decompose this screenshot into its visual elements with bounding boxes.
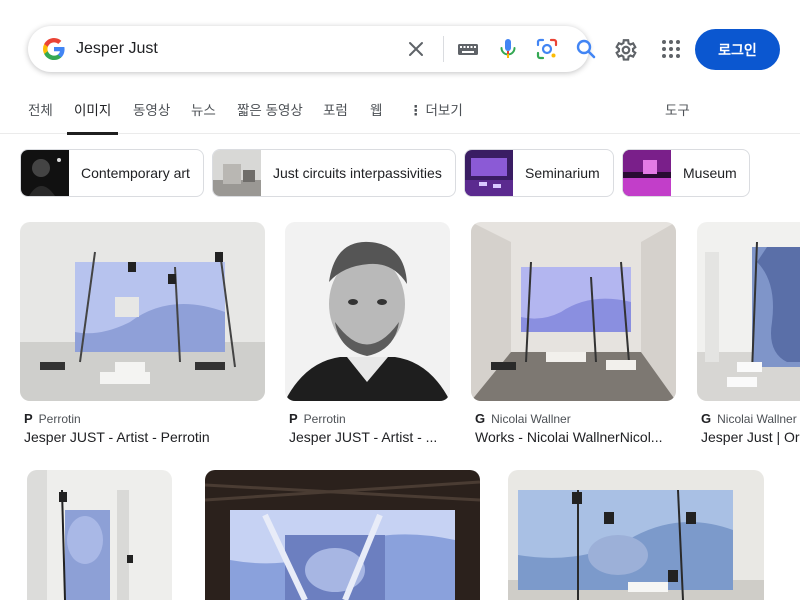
source-favicon-icon: P (289, 411, 298, 426)
chip-thumbnail (623, 150, 671, 196)
image-result[interactable] (27, 470, 172, 600)
result-thumbnail (20, 222, 265, 401)
source-favicon-icon: G (475, 411, 486, 426)
image-result[interactable]: P Perrotin Jesper JUST - Artist - Perrot… (20, 222, 265, 445)
image-result[interactable]: P Perrotin Jesper JUST - Artist - ... (285, 222, 450, 445)
image-result[interactable] (205, 470, 480, 600)
search-tabs: 전체 이미지 동영상 뉴스 짧은 동영상 포럼 웹 ⋮ 더보기 도구 (0, 92, 800, 135)
tab-videos[interactable]: 동영상 (133, 92, 170, 134)
google-logo-icon (43, 38, 65, 60)
image-result[interactable] (508, 470, 764, 600)
result-title[interactable]: Jesper Just | Or (701, 429, 800, 445)
tab-forums[interactable]: 포럼 (323, 92, 348, 134)
chip-label: Museum (683, 165, 737, 181)
chip-just-circuits[interactable]: Just circuits interpassivities (212, 149, 456, 197)
image-result[interactable]: G Nicolai Wallner Works - Nicolai Wallne… (471, 222, 676, 445)
result-source: G Nicolai Wallner (701, 411, 797, 426)
result-title[interactable]: Jesper JUST - Artist - ... (289, 429, 449, 445)
apps-grid-icon[interactable] (659, 37, 683, 61)
chip-thumbnail (213, 150, 261, 196)
result-thumbnail (697, 222, 800, 401)
result-thumbnail (471, 222, 676, 401)
chip-seminarium[interactable]: Seminarium (464, 149, 614, 197)
chip-contemporary-art[interactable]: Contemporary art (20, 149, 204, 197)
result-source: P Perrotin (24, 411, 81, 426)
tab-more[interactable]: ⋮ 더보기 (409, 92, 463, 134)
image-result[interactable]: G Nicolai Wallner Jesper Just | Or (697, 222, 800, 445)
search-box[interactable] (28, 26, 596, 72)
chip-thumbnail (21, 150, 69, 196)
tab-short-videos[interactable]: 짧은 동영상 (237, 92, 303, 134)
result-thumbnail (508, 470, 764, 600)
result-source-name: Perrotin (303, 411, 346, 426)
result-thumbnail (205, 470, 480, 600)
chip-thumbnail (465, 150, 513, 196)
chip-label: Just circuits interpassivities (273, 165, 442, 181)
result-source: P Perrotin (289, 411, 346, 426)
chip-label: Seminarium (525, 165, 600, 181)
result-title[interactable]: Jesper JUST - Artist - Perrotin (24, 429, 264, 445)
result-source-name: Nicolai Wallner (717, 411, 797, 426)
tab-images[interactable]: 이미지 (66, 92, 119, 135)
result-thumbnail (27, 470, 172, 600)
result-source-name: Nicolai Wallner (491, 411, 571, 426)
chip-label: Contemporary art (81, 165, 190, 181)
result-thumbnail (285, 222, 450, 401)
result-source: G Nicolai Wallner (475, 411, 571, 426)
result-source-name: Perrotin (38, 411, 81, 426)
tab-tools[interactable]: 도구 (665, 92, 690, 134)
search-input[interactable] (76, 34, 376, 64)
search-icon[interactable] (574, 37, 598, 61)
tab-all[interactable]: 전체 (28, 92, 53, 134)
keyboard-icon[interactable] (456, 37, 480, 61)
tab-more-label: 더보기 (425, 103, 463, 118)
result-title[interactable]: Works - Nicolai WallnerNicol... (475, 429, 675, 445)
close-icon[interactable] (404, 37, 428, 61)
gear-icon[interactable] (612, 37, 638, 63)
login-button[interactable]: 로그인 (695, 29, 780, 70)
chip-museum[interactable]: Museum (622, 149, 750, 197)
search-divider (443, 36, 444, 62)
tab-web[interactable]: 웹 (370, 92, 382, 134)
tab-news[interactable]: 뉴스 (191, 92, 216, 134)
more-vert-icon: ⋮ (409, 103, 423, 118)
camera-lens-icon[interactable] (535, 37, 559, 61)
source-favicon-icon: P (24, 411, 33, 426)
mic-icon[interactable] (496, 37, 520, 61)
source-favicon-icon: G (701, 411, 712, 426)
